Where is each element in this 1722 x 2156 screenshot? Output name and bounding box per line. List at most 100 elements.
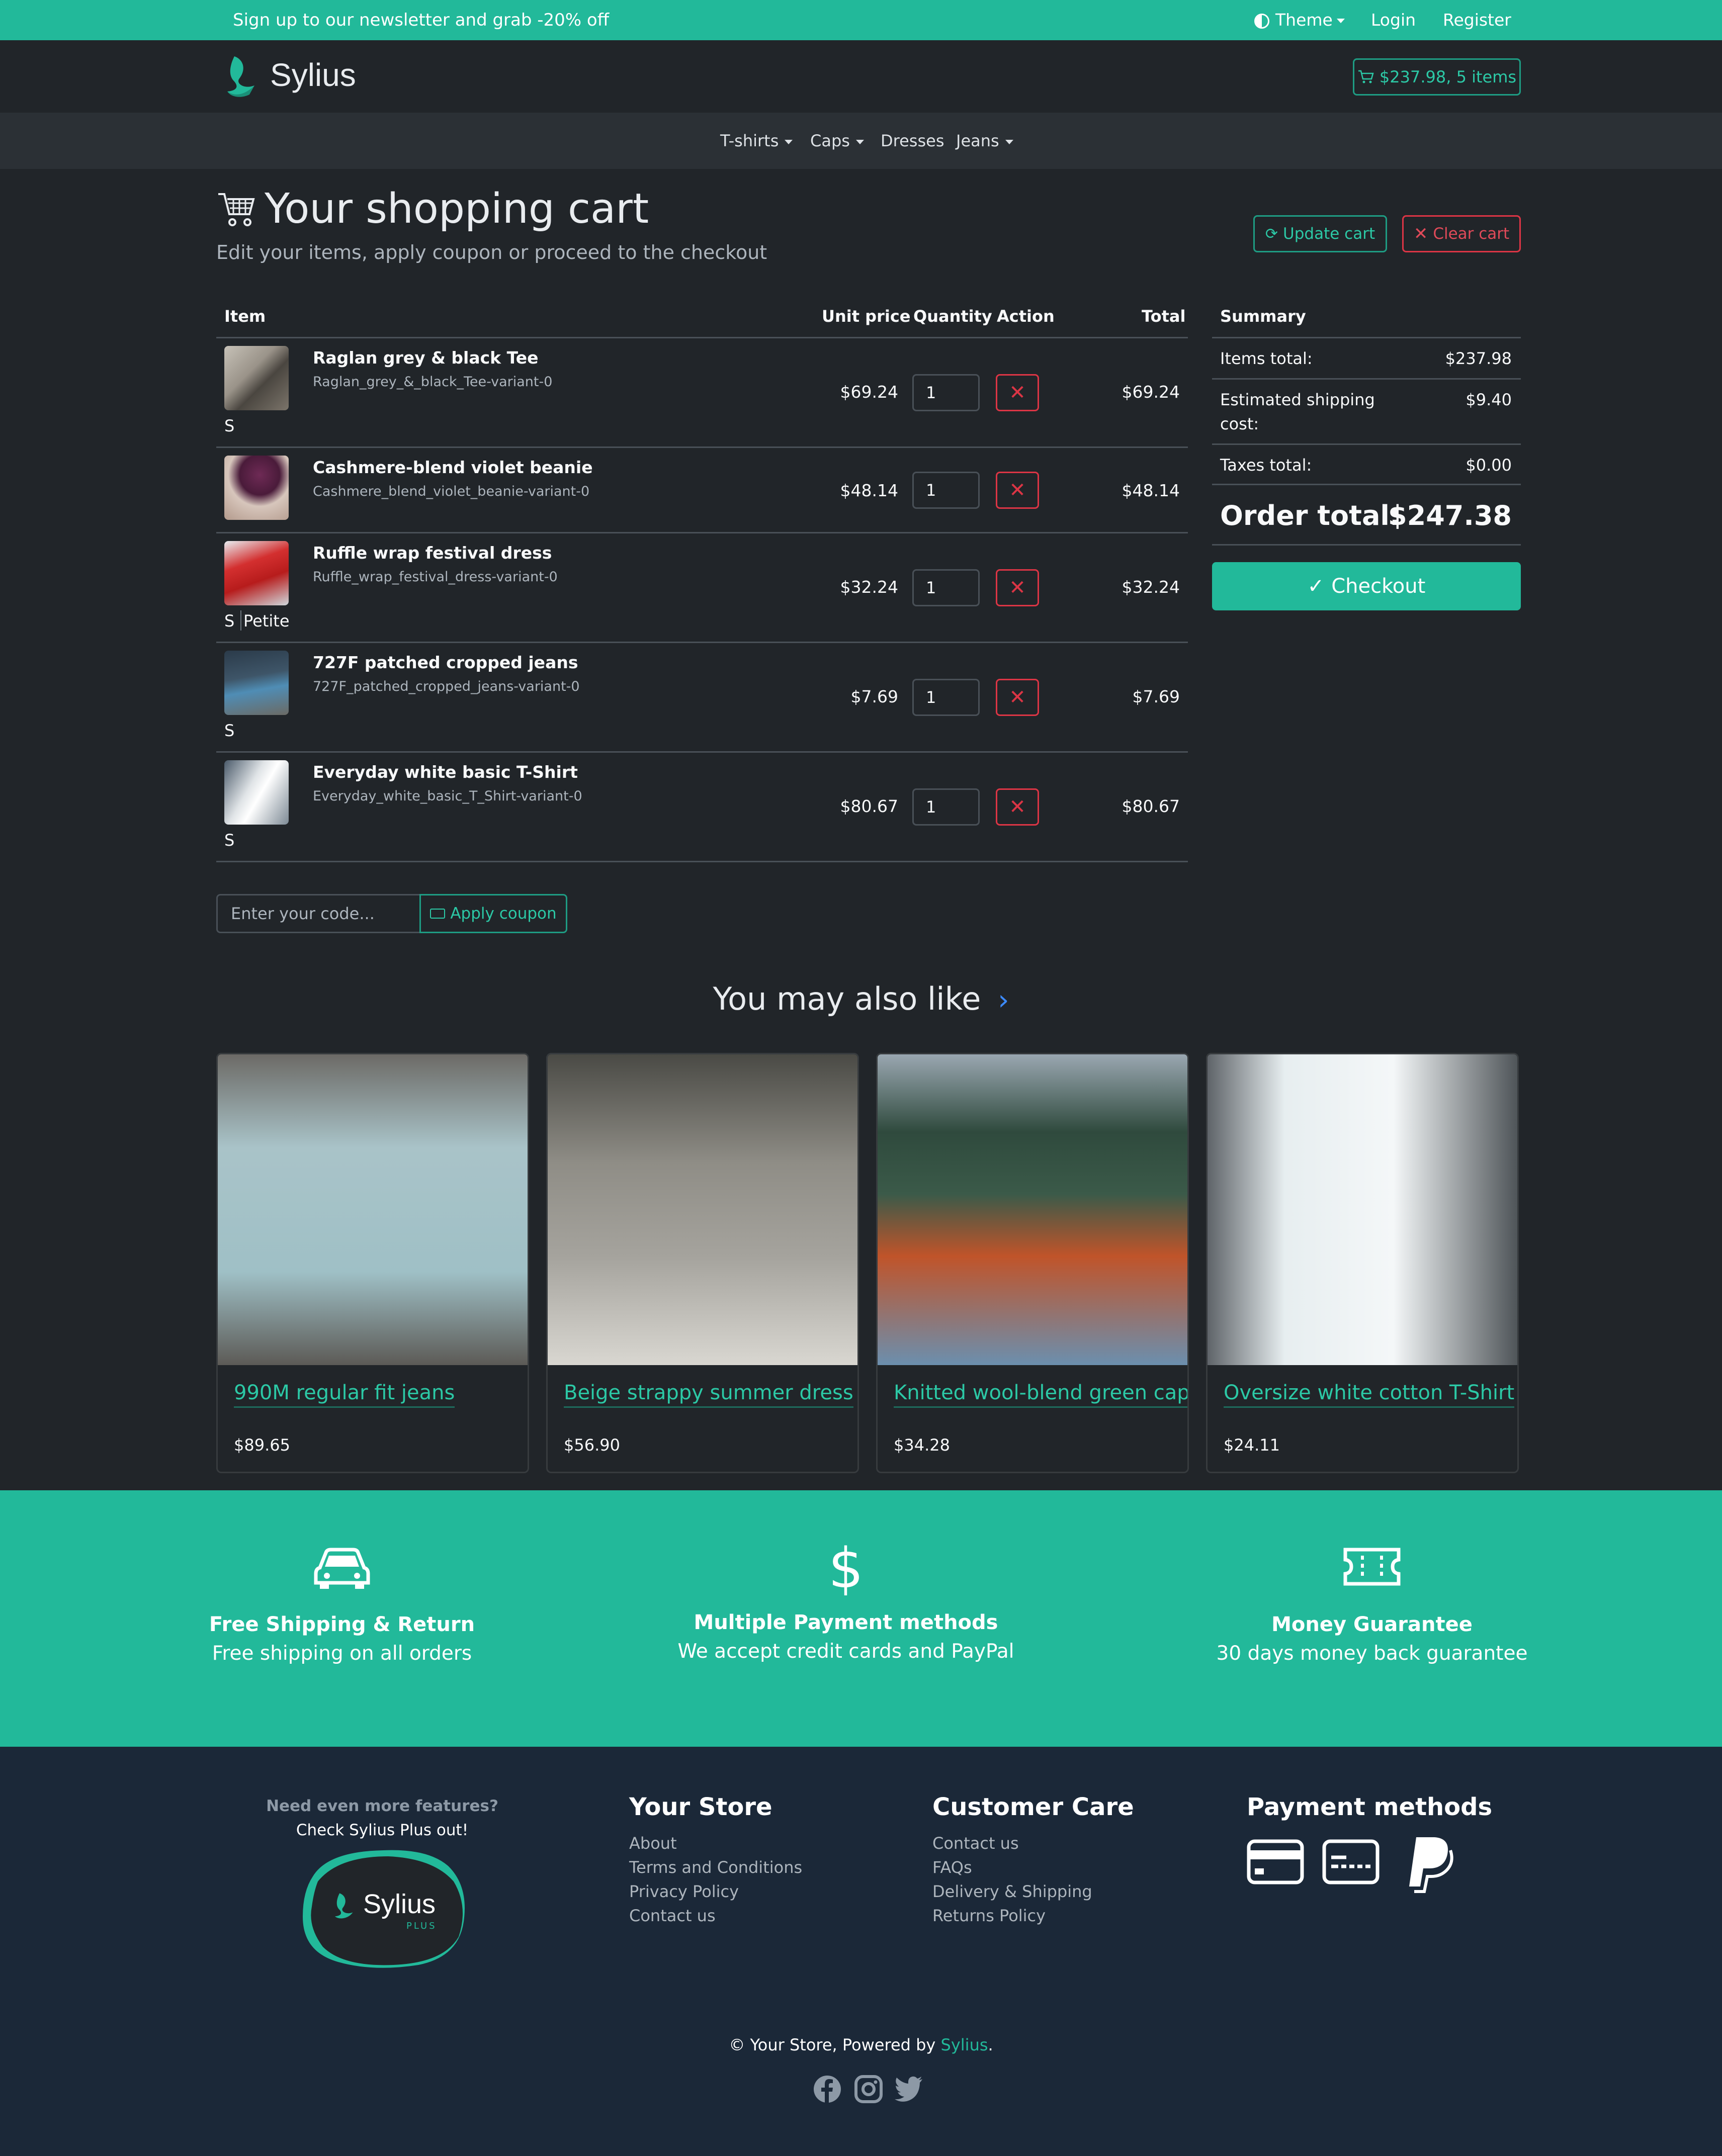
product-image[interactable]	[218, 1054, 528, 1365]
apply-coupon-button[interactable]: Apply coupon	[419, 894, 567, 933]
site-footer: Need even more features? Check Sylius Pl…	[0, 1747, 1722, 2156]
product-card[interactable]: Oversize white cotton T-Shirt $24.11	[1206, 1053, 1519, 1473]
divider	[1212, 378, 1521, 380]
close-icon: ✕	[1009, 795, 1026, 819]
footer-link-contact-us[interactable]: Contact us	[932, 1831, 1092, 1855]
instagram-icon[interactable]	[854, 2075, 883, 2106]
product-name[interactable]: Ruffle wrap festival dress	[313, 543, 552, 563]
chevron-right-icon[interactable]: ›	[998, 984, 1009, 1017]
product-thumbnail[interactable]	[224, 760, 289, 825]
row-total: $80.67	[1122, 796, 1180, 816]
sylius-logo-icon[interactable]	[224, 54, 260, 100]
clear-cart-button[interactable]: ✕ Clear cart	[1402, 215, 1521, 252]
remove-item-button[interactable]: ✕	[996, 679, 1039, 716]
sylius-link[interactable]: Sylius	[941, 2035, 988, 2054]
footer-care-title: Customer Care	[932, 1793, 1134, 1821]
col-header-item: Item	[224, 307, 266, 326]
register-link[interactable]: Register	[1443, 0, 1511, 40]
cart-summary-button[interactable]: $237.98, 5 items	[1353, 58, 1521, 96]
car-icon	[314, 1548, 370, 1589]
product-card[interactable]: Beige strappy summer dress $56.90	[546, 1053, 859, 1473]
product-image[interactable]	[548, 1054, 857, 1365]
nav-item-dresses[interactable]: Dresses	[881, 113, 944, 169]
product-code: Everyday_white_basic_T_Shirt-variant-0	[313, 788, 582, 804]
footer-link-delivery[interactable]: Delivery & Shipping	[932, 1879, 1092, 1904]
unit-price: $32.24	[840, 577, 898, 597]
product-name[interactable]: 727F patched cropped jeans	[313, 653, 578, 672]
nav-item-caps[interactable]: Caps	[810, 113, 864, 169]
row-total: $69.24	[1122, 382, 1180, 402]
sylius-plus-logo[interactable]: Sylius PLUS	[298, 1846, 472, 1971]
footer-link-terms[interactable]: Terms and Conditions	[629, 1855, 802, 1879]
twitter-icon[interactable]	[894, 2076, 923, 2104]
feature-item: Money Guarantee 30 days money back guara…	[1146, 1546, 1598, 1665]
quantity-input[interactable]: 1	[912, 788, 980, 826]
product-thumbnail[interactable]	[224, 541, 289, 605]
checkout-button[interactable]: ✓ Checkout	[1212, 562, 1521, 610]
update-cart-button[interactable]: ⟳ Update cart	[1253, 215, 1387, 252]
dollar-icon: $	[828, 1536, 864, 1600]
product-card[interactable]: 990M regular fit jeans $89.65	[216, 1053, 529, 1473]
theme-dropdown[interactable]: Theme	[1254, 0, 1345, 40]
copyright-text: © Your Store, Powered by	[729, 2035, 941, 2054]
remove-item-button[interactable]: ✕	[996, 788, 1039, 826]
close-icon: ✕	[1009, 479, 1026, 502]
chevron-down-icon	[785, 139, 793, 144]
product-card-price: $24.11	[1224, 1435, 1280, 1455]
product-code: Ruffle_wrap_festival_dress-variant-0	[313, 569, 558, 585]
paypal-icon	[1405, 1835, 1455, 1896]
chevron-down-icon	[855, 139, 864, 144]
quantity-input[interactable]: 1	[912, 374, 980, 411]
page-subtitle: Edit your items, apply coupon or proceed…	[216, 241, 767, 263]
footer-link-privacy[interactable]: Privacy Policy	[629, 1879, 802, 1904]
product-thumbnail[interactable]	[224, 346, 289, 410]
product-name[interactable]: Cashmere-blend violet beanie	[313, 458, 593, 477]
footer-link-contact[interactable]: Contact us	[629, 1904, 802, 1928]
product-card-name[interactable]: Beige strappy summer dress	[564, 1381, 853, 1408]
col-header-quantity: Quantity	[913, 307, 992, 326]
also-like-title: You may also like	[713, 980, 981, 1017]
product-card-name[interactable]: Oversize white cotton T-Shirt	[1224, 1381, 1515, 1408]
table-row: Ruffle wrap festival dress Ruffle_wrap_f…	[216, 533, 1188, 642]
close-icon: ✕	[1009, 686, 1026, 709]
product-image[interactable]	[1208, 1054, 1517, 1365]
sylius-plus-logo-subtext: PLUS	[406, 1921, 437, 1931]
items-total-value: $237.98	[1445, 349, 1512, 368]
sylius-plus-logo-text: Sylius	[363, 1889, 436, 1919]
newsletter-topbar: Sign up to our newsletter and grab -20% …	[0, 0, 1722, 40]
product-thumbnail[interactable]	[224, 456, 289, 520]
chevron-down-icon	[1336, 19, 1345, 23]
nav-item-tshirts[interactable]: T-shirts	[720, 113, 793, 169]
login-link[interactable]: Login	[1371, 0, 1416, 40]
footer-link-returns[interactable]: Returns Policy	[932, 1904, 1092, 1928]
product-image[interactable]	[878, 1054, 1187, 1365]
product-card-name[interactable]: 990M regular fit jeans	[234, 1381, 455, 1408]
quantity-input[interactable]: 1	[912, 569, 980, 606]
copyright-suffix: .	[988, 2035, 993, 2054]
table-row: 727F patched cropped jeans 727F_patched_…	[216, 643, 1188, 751]
also-like-heading[interactable]: You may also like ›	[0, 980, 1722, 1017]
logo-text[interactable]: Sylius	[270, 56, 356, 94]
nav-item-jeans[interactable]: Jeans	[956, 113, 1013, 169]
row-total: $7.69	[1132, 687, 1180, 706]
product-name[interactable]: Raglan grey & black Tee	[313, 348, 539, 368]
divider	[216, 861, 1188, 862]
quantity-input[interactable]: 1	[912, 679, 980, 716]
remove-item-button[interactable]: ✕	[996, 569, 1039, 606]
remove-item-button[interactable]: ✕	[996, 472, 1039, 509]
product-name[interactable]: Everyday white basic T-Shirt	[313, 762, 578, 782]
remove-item-button[interactable]: ✕	[996, 374, 1039, 411]
refresh-icon: ⟳	[1265, 225, 1278, 243]
product-thumbnail[interactable]	[224, 651, 289, 715]
cart-icon	[1358, 70, 1374, 83]
coupon-code-input[interactable]: Enter your code...	[216, 894, 420, 933]
col-header-total: Total	[1142, 307, 1186, 326]
footer-link-about[interactable]: About	[629, 1831, 802, 1855]
product-card-name[interactable]: Knitted wool-blend green cap	[894, 1381, 1187, 1408]
quantity-input[interactable]: 1	[912, 472, 980, 509]
product-card[interactable]: Knitted wool-blend green cap $34.28	[876, 1053, 1189, 1473]
facebook-icon[interactable]	[813, 2075, 842, 2106]
footer-link-faqs[interactable]: FAQs	[932, 1855, 1092, 1879]
feature-item: Free Shipping & Return Free shipping on …	[116, 1546, 568, 1665]
contrast-icon	[1254, 13, 1269, 29]
